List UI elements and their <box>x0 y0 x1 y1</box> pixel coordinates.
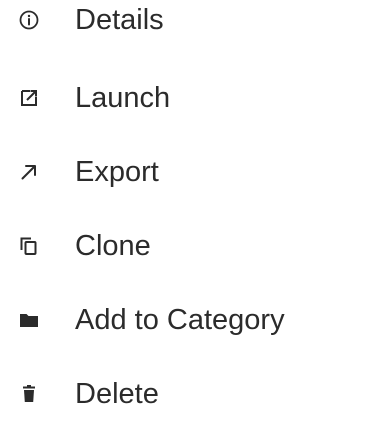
menu-item-add-to-category[interactable]: Add to Category <box>0 292 371 348</box>
external-link-icon <box>18 87 40 109</box>
menu-item-details[interactable]: Details <box>0 0 371 48</box>
menu-item-clone[interactable]: Clone <box>0 218 371 274</box>
menu-item-label: Export <box>75 156 159 188</box>
context-menu: Details Launch Export Clone Add to Categ… <box>0 0 371 412</box>
menu-item-export[interactable]: Export <box>0 144 371 200</box>
arrow-up-right-icon <box>18 161 40 183</box>
menu-item-label: Launch <box>75 82 171 114</box>
menu-item-delete[interactable]: Delete <box>0 366 371 422</box>
menu-item-label: Details <box>75 4 164 36</box>
menu-item-label: Delete <box>75 378 159 410</box>
info-circle-icon <box>18 9 40 31</box>
folder-icon <box>18 309 40 331</box>
menu-item-label: Clone <box>75 230 151 262</box>
menu-item-label: Add to Category <box>75 304 285 336</box>
copy-icon <box>18 235 40 257</box>
menu-item-launch[interactable]: Launch <box>0 70 371 126</box>
trash-icon <box>18 383 40 405</box>
